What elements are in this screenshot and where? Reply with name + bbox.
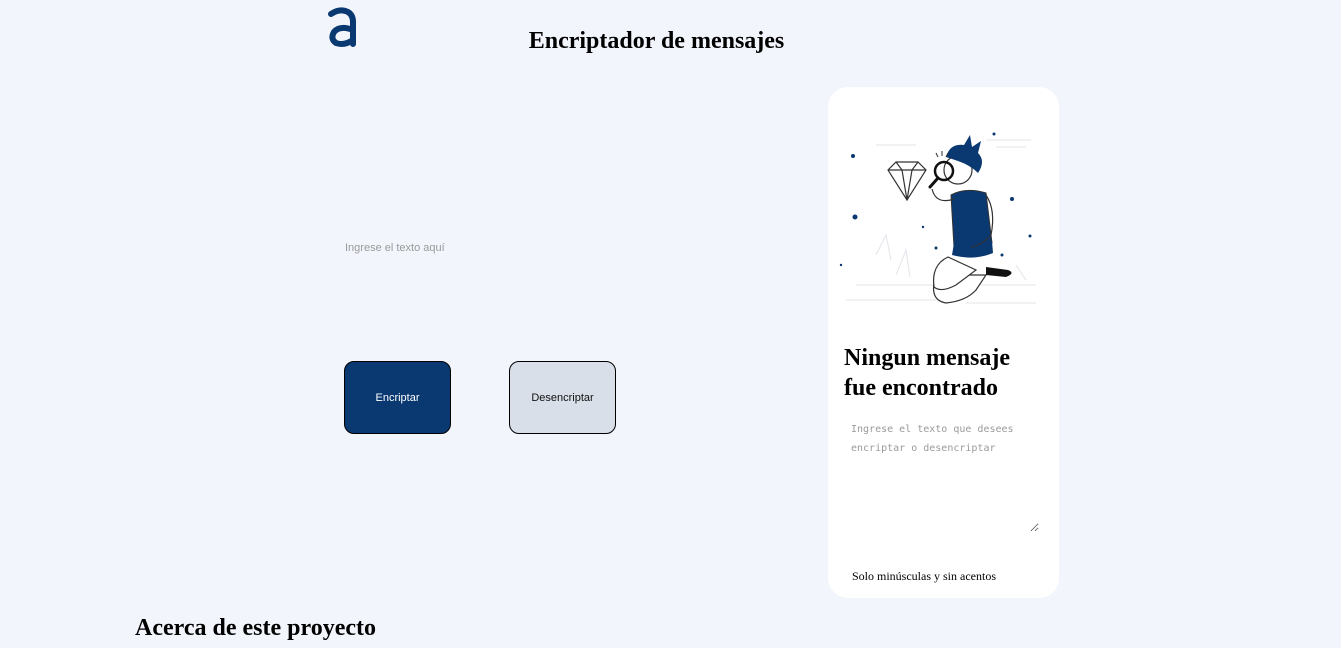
decrypt-button[interactable]: Desencriptar xyxy=(509,361,616,434)
about-heading: Acerca de este proyecto xyxy=(135,615,377,641)
encrypt-button[interactable]: Encriptar xyxy=(344,361,451,434)
result-panel: Ningun mensaje fue encontrado Solo minús… xyxy=(828,87,1059,598)
page-title: Encriptador de mensajes xyxy=(528,28,785,54)
result-output[interactable] xyxy=(847,418,1039,532)
message-input[interactable] xyxy=(341,238,789,336)
no-message-title: Ningun mensaje fue encontrado xyxy=(844,345,1011,401)
person-with-magnifier-illustration xyxy=(839,132,1036,304)
constraint-note: Solo minúsculas y sin acentos xyxy=(852,569,996,583)
